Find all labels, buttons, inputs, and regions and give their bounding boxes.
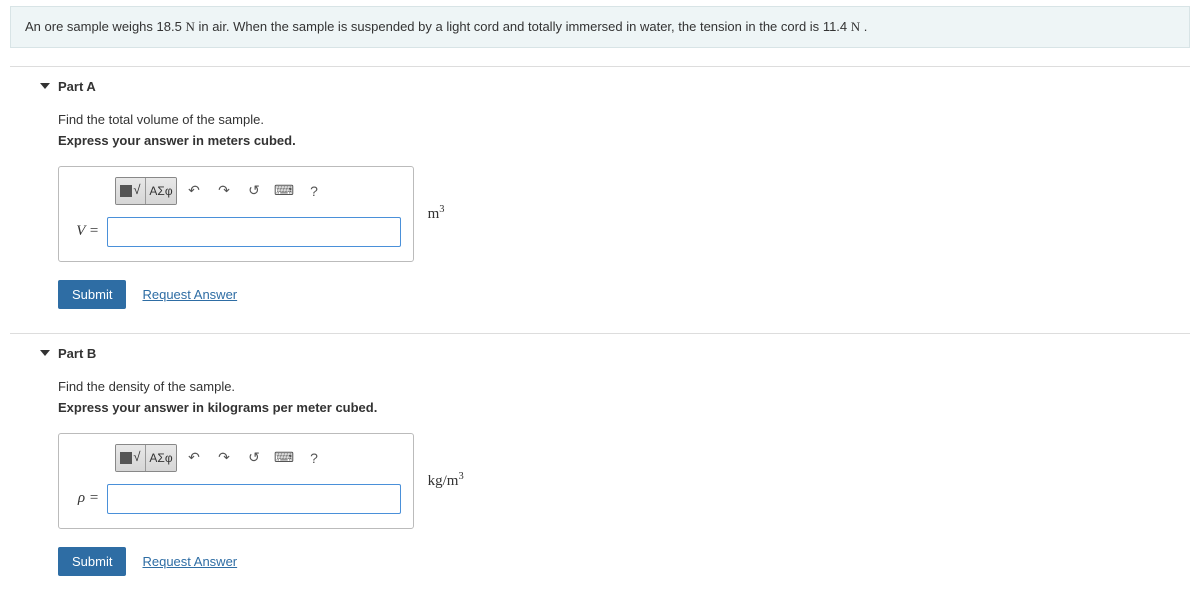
keyboard-icon[interactable]: ⌨ bbox=[271, 178, 297, 204]
part-title: Part A bbox=[58, 79, 96, 94]
templates-button[interactable]: √ bbox=[116, 445, 146, 471]
undo-icon[interactable]: ↶ bbox=[181, 178, 207, 204]
part-title: Part B bbox=[58, 346, 96, 361]
part-a-section: Part A Find the total volume of the samp… bbox=[10, 66, 1190, 309]
answer-box: √ ΑΣφ ↶ ↷ ↺ ⌨ ? ρ = bbox=[58, 433, 414, 529]
symbols-button[interactable]: ΑΣφ bbox=[146, 178, 176, 204]
caret-down-icon bbox=[40, 83, 50, 89]
problem-statement: An ore sample weighs 18.5 N in air. When… bbox=[10, 6, 1190, 48]
variable-label: ρ = bbox=[71, 490, 99, 507]
problem-text: An ore sample weighs bbox=[25, 19, 157, 34]
part-b-section: Part B Find the density of the sample. E… bbox=[10, 333, 1190, 576]
unit-newton: N bbox=[185, 19, 194, 34]
weight-air: 18.5 bbox=[157, 19, 182, 34]
reset-icon[interactable]: ↺ bbox=[241, 178, 267, 204]
caret-down-icon bbox=[40, 350, 50, 356]
part-a-instruction: Express your answer in meters cubed. bbox=[58, 133, 1190, 148]
unit-label: kg/m3 bbox=[428, 471, 464, 490]
equation-toolbar: √ ΑΣφ ↶ ↷ ↺ ⌨ ? bbox=[115, 444, 401, 472]
undo-icon[interactable]: ↶ bbox=[181, 445, 207, 471]
templates-button[interactable]: √ bbox=[116, 178, 146, 204]
help-icon[interactable]: ? bbox=[301, 445, 327, 471]
request-answer-link[interactable]: Request Answer bbox=[142, 287, 237, 302]
variable-label: V = bbox=[71, 223, 99, 240]
submit-button[interactable]: Submit bbox=[58, 280, 126, 309]
equation-toolbar: √ ΑΣφ ↶ ↷ ↺ ⌨ ? bbox=[115, 177, 401, 205]
problem-text: in air. When the sample is suspended by … bbox=[198, 19, 822, 34]
part-b-instruction: Express your answer in kilograms per met… bbox=[58, 400, 1190, 415]
help-icon[interactable]: ? bbox=[301, 178, 327, 204]
request-answer-link[interactable]: Request Answer bbox=[142, 554, 237, 569]
tension-water: 11.4 bbox=[823, 19, 847, 34]
answer-input[interactable] bbox=[107, 217, 401, 247]
part-b-header[interactable]: Part B bbox=[58, 346, 1190, 361]
keyboard-icon[interactable]: ⌨ bbox=[271, 445, 297, 471]
answer-input[interactable] bbox=[107, 484, 401, 514]
symbols-button[interactable]: ΑΣφ bbox=[146, 445, 176, 471]
part-b-prompt: Find the density of the sample. bbox=[58, 379, 1190, 394]
unit-newton: N bbox=[851, 19, 860, 34]
unit-label: m3 bbox=[428, 204, 445, 223]
answer-box: √ ΑΣφ ↶ ↷ ↺ ⌨ ? V = bbox=[58, 166, 414, 262]
submit-button[interactable]: Submit bbox=[58, 547, 126, 576]
redo-icon[interactable]: ↷ bbox=[211, 178, 237, 204]
part-a-header[interactable]: Part A bbox=[58, 79, 1190, 94]
problem-text: . bbox=[864, 19, 868, 34]
part-a-prompt: Find the total volume of the sample. bbox=[58, 112, 1190, 127]
redo-icon[interactable]: ↷ bbox=[211, 445, 237, 471]
reset-icon[interactable]: ↺ bbox=[241, 445, 267, 471]
